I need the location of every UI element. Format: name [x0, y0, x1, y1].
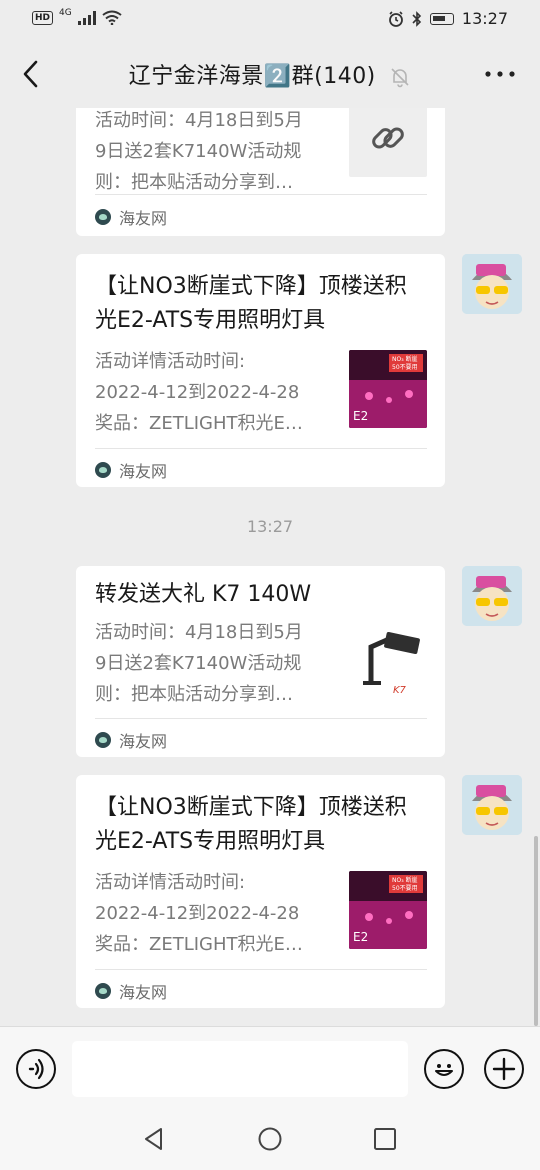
card-divider: [95, 718, 427, 719]
home-circle-icon: [258, 1127, 282, 1151]
source-logo-icon: [95, 983, 111, 999]
system-nav-bar: [0, 1102, 540, 1170]
card-title: 【让NO3断崖式下降】顶楼送积光E2-ATS专用照明灯具: [95, 795, 407, 854]
avatar[interactable]: [462, 254, 522, 314]
more-icon: [485, 71, 515, 77]
bluetooth-icon: [412, 10, 422, 27]
network-badge: 4G: [59, 7, 72, 18]
avatar-image: [462, 254, 522, 314]
status-time: 13:27: [461, 9, 508, 28]
card-source-name: 海友网: [119, 462, 168, 481]
card-desc-line: 2022-4-12到2022-4-28: [95, 903, 300, 924]
back-arrow-icon: [23, 60, 38, 88]
card-desc-line: 活动详情活动时间:: [95, 872, 246, 893]
card-desc-line: 活动时间：4月18日到5月: [95, 622, 303, 643]
card-source: 海友网: [95, 458, 167, 482]
card-desc-line: 活动详情活动时间:: [95, 351, 246, 372]
poster-text: K7: [393, 685, 407, 696]
plus-icon: [492, 1057, 516, 1081]
link-card-message[interactable]: 【让NO3断崖式下降】顶楼送积光E2-ATS专用照明灯具 活动详情活动时间: 2…: [76, 254, 445, 487]
link-icon: [372, 127, 404, 149]
card-source-name: 海友网: [119, 732, 168, 751]
poster-text: NO₃ 断崖: [392, 355, 418, 363]
status-left: HD 4G: [32, 7, 122, 25]
voice-icon: [28, 1058, 44, 1080]
avatar[interactable]: [462, 775, 522, 835]
back-triangle-icon: [145, 1128, 162, 1150]
card-title: 转发送大礼 K7 140W: [95, 582, 312, 607]
signal-icon: [77, 10, 96, 25]
card-thumbnail: K7: [349, 621, 427, 699]
emoji-button[interactable]: [424, 1049, 464, 1089]
card-desc-line: 9日送2套K7140W活动规: [95, 653, 302, 674]
link-card-message[interactable]: 【让NO3断崖式下降】顶楼送积光E2-ATS专用照明灯具 活动详情活动时间: 2…: [76, 775, 445, 1008]
k7-lamp-photo-image: K7: [349, 621, 427, 699]
poster-text: 50不要用: [392, 364, 418, 371]
source-logo-icon: [95, 462, 111, 478]
nav-back-button[interactable]: [141, 1126, 167, 1152]
card-source-name: 海友网: [119, 209, 168, 228]
chat-header: 辽宁金洋海景2️⃣群(140): [0, 40, 540, 108]
card-desc-line: 9日送2套K7140W活动规: [95, 141, 302, 162]
card-title: 【让NO3断崖式下降】顶楼送积光E2-ATS专用照明灯具: [95, 274, 407, 333]
card-source-name: 海友网: [119, 983, 168, 1002]
poster-text: E2: [353, 409, 368, 423]
wifi-icon: [102, 10, 122, 25]
card-thumbnail: NO₃ 断崖 50不要用 E2: [349, 871, 427, 949]
emoji-icon: [435, 1064, 453, 1076]
voice-button[interactable]: [16, 1049, 56, 1089]
poster-text: 50不要用: [392, 885, 418, 892]
more-actions-button[interactable]: [484, 1049, 524, 1089]
scrollbar[interactable]: [534, 836, 538, 1026]
e2-lamp-poster-image: NO₃ 断崖50不要用 E2: [349, 871, 427, 949]
card-source: 海友网: [95, 205, 167, 229]
card-thumbnail: NO₃ 断崖 50不要用 E2: [349, 350, 427, 428]
card-description: 活动时间：4月18日到5月 9日送2套K7140W活动规 则：把本贴活动分享到…: [95, 108, 335, 198]
card-source: 海友网: [95, 728, 167, 752]
back-button[interactable]: [14, 54, 54, 94]
card-desc-line: 2022-4-12到2022-4-28: [95, 382, 300, 403]
recents-square-icon: [374, 1128, 396, 1150]
card-description: 活动时间：4月18日到5月 9日送2套K7140W活动规 则：把本贴活动分享到…: [95, 617, 335, 710]
input-bar: [0, 1026, 540, 1102]
card-source: 海友网: [95, 979, 167, 1003]
avatar[interactable]: [462, 566, 522, 626]
card-description: 活动详情活动时间: 2022-4-12到2022-4-28 奖品：ZETLIGH…: [95, 346, 335, 439]
e2-lamp-poster-image: NO₃ 断崖50不要用 E2: [349, 350, 427, 428]
status-bar: HD 4G 13:27: [0, 0, 540, 40]
chat-title: 辽宁金洋海景2️⃣群(140): [60, 58, 480, 90]
card-divider: [95, 194, 427, 195]
more-button[interactable]: [482, 60, 518, 88]
poster-text: NO₃ 断崖: [392, 876, 418, 884]
card-desc-line: 奖品：ZETLIGHT积光E…: [95, 413, 303, 434]
card-desc-line: 奖品：ZETLIGHT积光E…: [95, 934, 303, 955]
avatar-image: [462, 775, 522, 835]
link-card-message[interactable]: 活动时间：4月18日到5月 9日送2套K7140W活动规 则：把本贴活动分享到……: [76, 108, 445, 236]
card-desc-line: 则：把本贴活动分享到…: [95, 684, 293, 705]
message-input[interactable]: [72, 1041, 408, 1097]
poster-text: E2: [353, 930, 368, 944]
link-card-message[interactable]: 转发送大礼 K7 140W 活动时间：4月18日到5月 9日送2套K7140W活…: [76, 566, 445, 757]
status-right: 13:27: [388, 9, 508, 28]
nav-recents-button[interactable]: [372, 1126, 398, 1152]
message-list[interactable]: 活动时间：4月18日到5月 9日送2套K7140W活动规 则：把本贴活动分享到……: [0, 108, 540, 1026]
battery-icon: [429, 12, 454, 25]
card-description: 活动详情活动时间: 2022-4-12到2022-4-28 奖品：ZETLIGH…: [95, 867, 335, 960]
hd-badge: HD: [32, 10, 54, 25]
avatar-image: [462, 566, 522, 626]
card-divider: [95, 448, 427, 449]
mute-bell-icon: [391, 68, 409, 88]
alarm-icon: [388, 10, 403, 27]
message-timestamp: 13:27: [246, 517, 294, 536]
card-thumbnail: [349, 108, 427, 177]
card-divider: [95, 969, 427, 970]
chat-title-text: 辽宁金洋海景2️⃣群(140): [128, 64, 376, 89]
source-logo-icon: [95, 732, 111, 748]
card-desc-line: 活动时间：4月18日到5月: [95, 110, 303, 131]
nav-home-button[interactable]: [257, 1126, 283, 1152]
source-logo-icon: [95, 209, 111, 225]
